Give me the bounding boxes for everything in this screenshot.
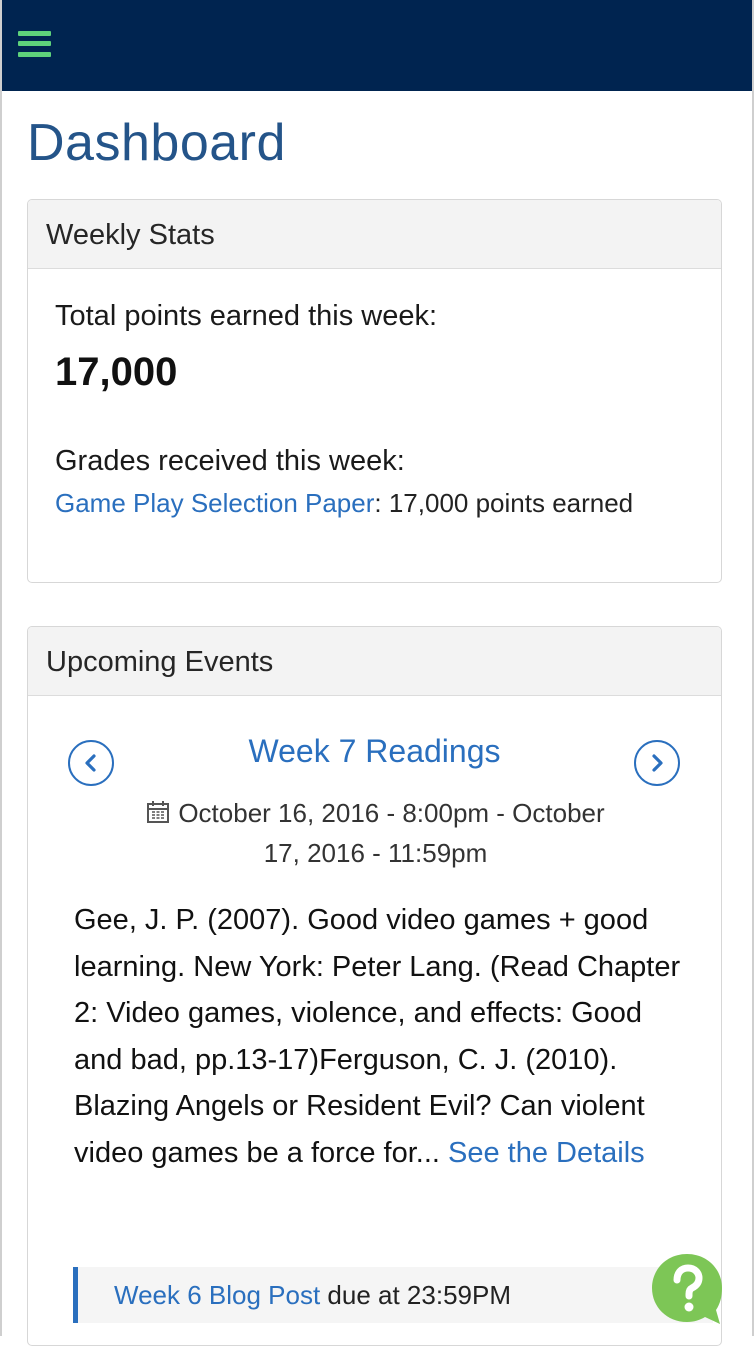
hamburger-menu-icon[interactable] — [18, 31, 51, 57]
upcoming-events-heading: Upcoming Events — [28, 627, 721, 696]
points-label: Total points earned this week: — [55, 300, 438, 332]
event-description-text: Gee, J. P. (2007). Good video games + go… — [74, 904, 681, 1169]
points-value: 17,000 — [55, 350, 178, 394]
event-time: October 16, 2016 - 8:00pm - October 17, … — [128, 793, 623, 873]
event-title-link[interactable]: Week 7 Readings — [249, 733, 501, 769]
calendar-icon — [147, 801, 170, 823]
weekly-stats-heading: Weekly Stats — [28, 200, 721, 269]
grade-points-text: : 17,000 points earned — [374, 488, 634, 518]
see-details-link[interactable]: See the Details — [448, 1137, 645, 1169]
page-title: Dashboard — [27, 114, 286, 172]
top-navbar — [2, 0, 752, 91]
upcoming-events-panel: Upcoming Events Week 7 Readings October … — [27, 626, 722, 1346]
grade-item: Game Play Selection Paper: 17,000 points… — [55, 488, 633, 519]
event-time-text: October 16, 2016 - 8:00pm - October 17, … — [178, 798, 605, 868]
due-item-link[interactable]: Week 6 Blog Post — [114, 1280, 320, 1310]
help-button[interactable] — [650, 1252, 724, 1326]
grade-assignment-link[interactable]: Game Play Selection Paper — [55, 488, 374, 518]
help-question-icon — [652, 1254, 722, 1324]
due-item: Week 6 Blog Post due at 23:59PM — [73, 1267, 713, 1323]
due-item-time: due at 23:59PM — [320, 1280, 511, 1310]
grades-label: Grades received this week: — [55, 445, 405, 477]
event-description: Gee, J. P. (2007). Good video games + go… — [74, 897, 684, 1176]
weekly-stats-panel: Weekly Stats Total points earned this we… — [27, 199, 722, 583]
event-title: Week 7 Readings — [28, 733, 721, 770]
